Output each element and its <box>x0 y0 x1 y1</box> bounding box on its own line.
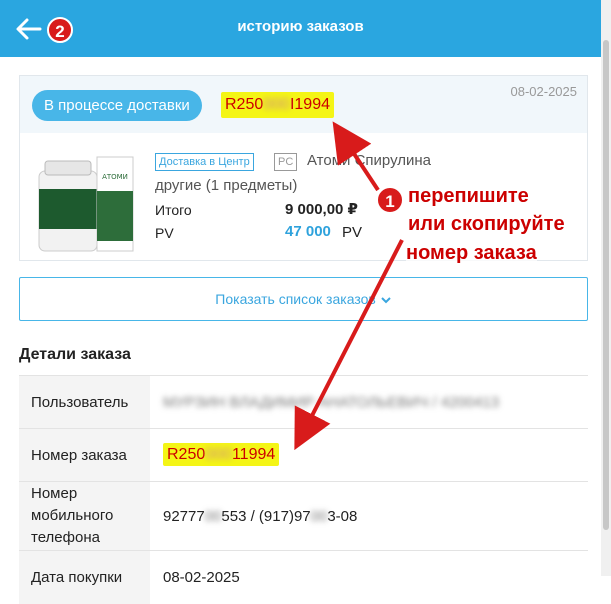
order-card-header: В процессе доставки R250000I1994 08-02-2… <box>20 76 587 133</box>
delivery-tag: Доставка в Центр <box>155 153 254 171</box>
order-date: 08-02-2025 <box>510 84 578 99</box>
phone-value-mid: 553 / (917)97 <box>221 507 311 525</box>
annotation-line-2: или скопируйте <box>408 211 565 238</box>
status-badge: В процессе доставки <box>32 90 202 121</box>
chevron-down-icon <box>380 297 391 304</box>
phone-value: 9277700553 / (917)97003-08 <box>150 481 588 551</box>
total-label: Итого <box>155 202 192 218</box>
pc-tag: PC <box>274 153 298 171</box>
table-row: Дата покупки 08-02-2025 <box>19 550 588 604</box>
order-number-value-hidden: 000 <box>205 446 232 463</box>
pv-unit: PV <box>342 224 363 241</box>
row-key-user: Пользователь <box>19 375 150 429</box>
order-number-start: R250 <box>225 96 264 113</box>
user-name-value: МУРЗИН ВЛАДИМИР АНАТОЛЬЕВИЧ / 4200413 <box>163 393 500 411</box>
order-number-end: I1994 <box>289 96 330 113</box>
order-details-title: Детали заказа <box>19 346 131 363</box>
app-header: 2 историю заказов <box>0 0 601 57</box>
row-key-purchase-date: Дата покупки <box>19 550 150 604</box>
order-number-hidden: 000 <box>263 96 290 113</box>
annotation-line-1: перепишите <box>408 183 529 210</box>
product-image: АТОМИ <box>38 156 134 252</box>
step-1-badge: 1 <box>376 186 404 214</box>
show-order-list-label: Показать список заказов <box>215 291 376 307</box>
purchase-date-value: 08-02-2025 <box>150 550 588 604</box>
pv-label: PV <box>155 225 174 241</box>
phone-value-end: 3-08 <box>327 507 358 525</box>
order-number-value-end: 11994 <box>231 446 276 463</box>
order-number-value[interactable]: R25000011994 <box>163 443 280 466</box>
total-value: 9 000,00 ₽ <box>285 201 358 218</box>
table-row: Номер мобильного телефона 9277700553 / (… <box>19 481 588 551</box>
phone-value-hidden-2: 00 <box>310 507 328 525</box>
pv-value: 47 000 <box>285 223 331 240</box>
annotation-line-3: номер заказа <box>406 240 537 267</box>
order-details-table: Пользователь МУРЗИН ВЛАДИМИР АНАТОЛЬЕВИЧ… <box>19 375 588 604</box>
svg-text:АТОМИ: АТОМИ <box>102 173 128 181</box>
row-key-phone: Номер мобильного телефона <box>19 481 150 551</box>
table-row: Пользователь МУРЗИН ВЛАДИМИР АНАТОЛЬЕВИЧ… <box>19 375 588 429</box>
phone-value-start: 92777 <box>163 507 205 525</box>
order-number[interactable]: R250000I1994 <box>221 92 334 118</box>
table-row: Номер заказа R25000011994 <box>19 428 588 482</box>
row-key-order-number: Номер заказа <box>19 428 150 482</box>
page-title: историю заказов <box>237 18 364 35</box>
show-order-list-button[interactable]: Показать список заказов <box>19 277 588 321</box>
scrollbar-thumb[interactable] <box>603 40 609 530</box>
order-number-value-start: R250 <box>167 446 206 463</box>
phone-value-hidden: 00 <box>204 507 222 525</box>
other-items: другие (1 предметы) <box>155 177 298 194</box>
product-name: Атоми Спирулина <box>307 152 432 169</box>
